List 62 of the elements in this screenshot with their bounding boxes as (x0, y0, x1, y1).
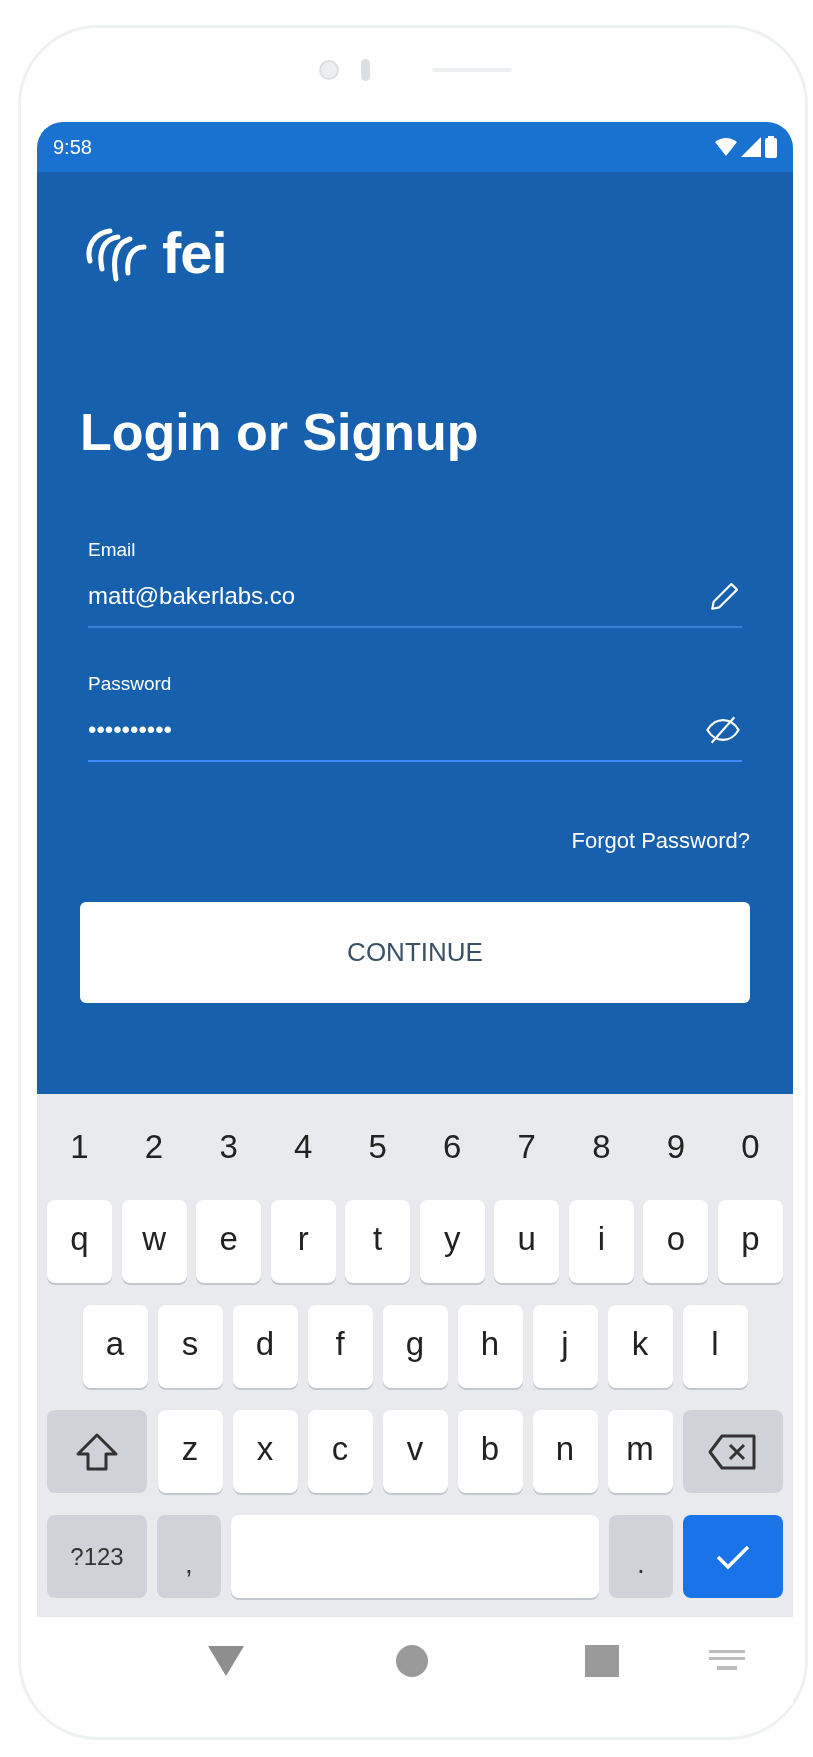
comma-key[interactable]: , (157, 1515, 221, 1598)
field-label: Email (88, 538, 137, 562)
keyboard-key[interactable]: r (270, 1200, 336, 1283)
backspace-icon (708, 1432, 758, 1471)
forgot-password-link[interactable]: Forgot Password? (571, 824, 750, 857)
keyboard-key[interactable]: e (196, 1200, 262, 1283)
status-time: 9:58 (53, 135, 92, 160)
enter-key[interactable] (683, 1515, 783, 1598)
keyboard-key[interactable]: g (382, 1305, 448, 1388)
number-key[interactable]: 6 (419, 1122, 485, 1172)
logo-text: fei (162, 223, 227, 282)
number-key[interactable]: 8 (568, 1122, 634, 1172)
keyboard-key[interactable]: k (607, 1305, 673, 1388)
keyboard-key[interactable]: o (643, 1200, 709, 1283)
symbols-key[interactable]: ?123 (47, 1515, 147, 1598)
keyboard-key[interactable]: p (717, 1200, 783, 1283)
keyboard-key[interactable]: y (419, 1200, 485, 1283)
keyboard-key[interactable]: a (82, 1305, 148, 1388)
number-key[interactable]: 3 (196, 1122, 262, 1172)
keyboard-key[interactable]: t (345, 1200, 411, 1283)
wifi-icon (715, 138, 737, 156)
keyboard-key[interactable]: h (457, 1305, 523, 1388)
keyboard-key[interactable]: i (568, 1200, 634, 1283)
keyboard-key[interactable]: l (682, 1305, 748, 1388)
sensor-icon (360, 59, 370, 81)
keyboard-key[interactable]: q (47, 1200, 112, 1283)
text-field[interactable]: Email matt@bakerlabs.co (88, 536, 742, 628)
signal-icon (741, 137, 761, 157)
number-key[interactable]: 1 (47, 1122, 112, 1172)
keyboard-key[interactable]: m (607, 1410, 673, 1493)
keyboard-key[interactable]: u (494, 1200, 560, 1283)
back-icon[interactable] (208, 1646, 244, 1676)
camera-icon (318, 60, 339, 80)
keyboard-key[interactable]: s (157, 1305, 223, 1388)
continue-button[interactable]: CONTINUE (80, 902, 750, 1003)
number-key[interactable]: 9 (643, 1122, 709, 1172)
backspace-key[interactable] (683, 1410, 783, 1493)
text-field[interactable]: Password •••••••••• (88, 670, 742, 762)
number-key[interactable]: 0 (717, 1122, 783, 1172)
keyboard-key[interactable]: c (307, 1410, 373, 1493)
keyboard-key[interactable]: n (532, 1410, 598, 1493)
keyboard-key[interactable]: x (232, 1410, 298, 1493)
keyboard-key[interactable]: w (121, 1200, 187, 1283)
field-value: matt@bakerlabs.co (88, 581, 296, 611)
keyboard-key[interactable]: f (307, 1305, 373, 1388)
field-label: Password (88, 672, 173, 696)
battery-icon (765, 136, 777, 158)
number-key[interactable]: 5 (345, 1122, 411, 1172)
keyboard-key[interactable]: j (532, 1305, 598, 1388)
number-key[interactable]: 7 (494, 1122, 560, 1172)
keyboard-key[interactable]: v (382, 1410, 448, 1493)
keyboard-key[interactable]: z (157, 1410, 223, 1493)
shift-key[interactable] (47, 1410, 147, 1493)
period-key[interactable]: . (609, 1515, 673, 1598)
number-key[interactable]: 2 (121, 1122, 187, 1172)
home-icon[interactable] (396, 1645, 428, 1677)
page-title: Login or Signup (79, 402, 480, 463)
field-value: •••••••••• (88, 715, 173, 745)
keyboard-key[interactable]: b (457, 1410, 523, 1493)
number-key[interactable]: 4 (270, 1122, 336, 1172)
keyboard-key[interactable]: d (232, 1305, 298, 1388)
shift-icon (75, 1431, 119, 1472)
